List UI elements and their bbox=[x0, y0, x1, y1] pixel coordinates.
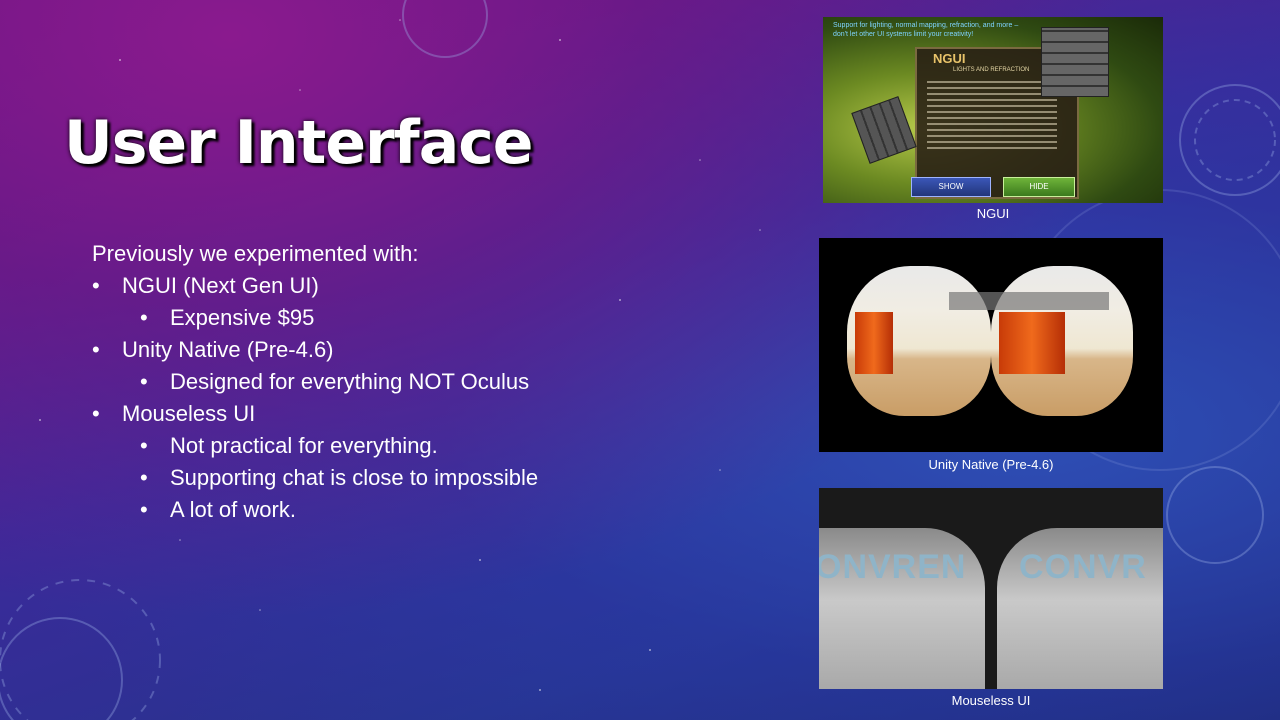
sub-bullet-not-practical: Not practical for everything. bbox=[92, 430, 538, 462]
bullet-unity-native: Unity Native (Pre-4.6) bbox=[92, 334, 538, 366]
unity-native-caption: Unity Native (Pre-4.6) bbox=[928, 457, 1054, 472]
mouseless-banner-right: CONVR bbox=[1019, 548, 1147, 586]
sub-bullet-designed: Designed for everything NOT Oculus bbox=[92, 366, 538, 398]
ngui-hide-button: HIDE bbox=[1003, 177, 1075, 197]
ngui-intro-text: Support for lighting, normal mapping, re… bbox=[833, 22, 1019, 38]
unity-left-eye-view bbox=[847, 266, 991, 416]
ngui-screenshot: Support for lighting, normal mapping, re… bbox=[823, 17, 1163, 203]
slide-title: User Interface bbox=[64, 108, 533, 178]
unity-left-red-panel bbox=[855, 312, 893, 374]
ngui-stone-cube-left bbox=[851, 96, 917, 164]
mouseless-banner-left: ONVREN bbox=[819, 548, 967, 586]
ngui-dialog-text-lines bbox=[927, 81, 1057, 153]
lead-text: Previously we experimented with: bbox=[92, 241, 419, 266]
sub-bullet-chat: Supporting chat is close to impossible bbox=[92, 462, 538, 494]
bullet-ngui: NGUI (Next Gen UI) bbox=[92, 270, 538, 302]
unity-native-menu-bar bbox=[949, 292, 1109, 310]
mouseless-ui-caption: Mouseless UI bbox=[951, 693, 1031, 708]
mouseless-right-eye-view: CONVR bbox=[997, 528, 1163, 689]
bullet-list: Previously we experimented with: NGUI (N… bbox=[92, 238, 538, 526]
ngui-caption: NGUI bbox=[976, 206, 1010, 221]
ngui-dialog-title: LIGHTS AND REFRACTION bbox=[953, 67, 1030, 73]
mouseless-ui-screenshot: ONVREN CONVR bbox=[819, 488, 1163, 689]
bullet-mouseless: Mouseless UI bbox=[92, 398, 538, 430]
ngui-stone-cube-right bbox=[1041, 27, 1109, 97]
ngui-show-button: SHOW bbox=[911, 177, 991, 197]
mouseless-left-eye-view: ONVREN bbox=[819, 528, 985, 689]
sub-bullet-work: A lot of work. bbox=[92, 494, 538, 526]
unity-right-red-panel bbox=[999, 312, 1065, 374]
unity-right-eye-view bbox=[991, 266, 1133, 416]
unity-native-screenshot bbox=[819, 238, 1163, 452]
sub-bullet-expensive: Expensive $95 bbox=[92, 302, 538, 334]
ngui-logo: NGUI bbox=[933, 51, 966, 66]
